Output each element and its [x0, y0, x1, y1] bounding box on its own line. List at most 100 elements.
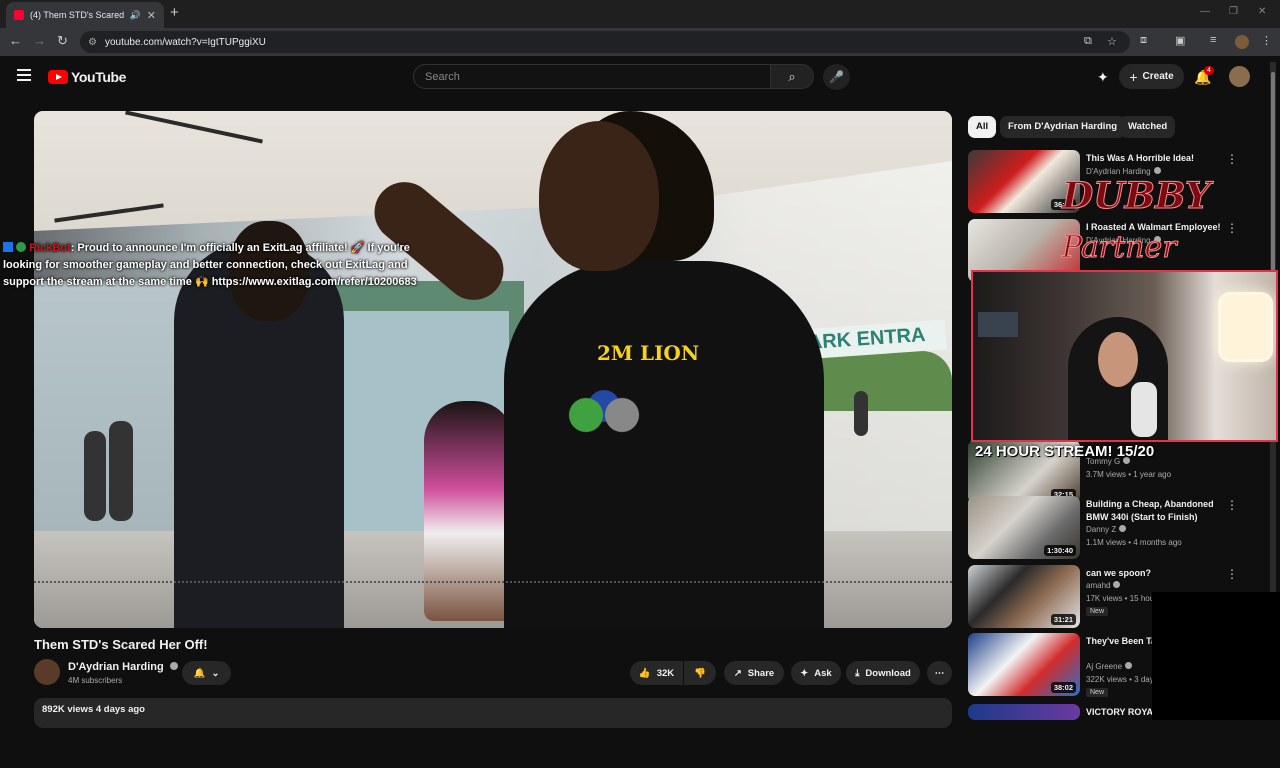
recommendation-meta: 3.7M views • 1 year ago [1086, 470, 1172, 479]
ask-sparkle-icon[interactable]: ✦ [1097, 69, 1109, 86]
like-count: 32K [656, 667, 675, 679]
bookmark-star-icon[interactable]: ☆ [1107, 35, 1117, 48]
channel-avatar[interactable] [34, 659, 60, 685]
voice-search-button[interactable]: 🎤 [823, 64, 850, 90]
subscriber-count: 4M subscribers [68, 676, 123, 685]
new-tab-icon[interactable]: + [170, 4, 179, 21]
minimize-icon[interactable]: — [1200, 6, 1210, 17]
download-button[interactable]: ⤓ Download [846, 661, 920, 685]
media-control-icon[interactable]: ≡ [1210, 34, 1216, 46]
verified-badge-icon [16, 242, 27, 252]
more-actions-button[interactable]: ⋯ [927, 661, 952, 685]
site-info-icon[interactable]: ⚙ [88, 37, 97, 48]
chip-watched[interactable]: Watched [1120, 116, 1176, 138]
forward-icon[interactable]: → [33, 33, 46, 48]
search-button[interactable]: ⌕ [770, 64, 814, 89]
recommendation-meta: 17K views • 15 hou [1086, 594, 1155, 603]
audio-playing-icon[interactable]: 🔊 [130, 10, 141, 21]
search-input[interactable]: Search [413, 64, 771, 89]
create-label: Create [1142, 71, 1174, 82]
description-box[interactable]: 892K views 4 days ago [34, 698, 952, 728]
video-thumbnail[interactable]: 38:02 [968, 633, 1080, 696]
verified-check-icon [1119, 525, 1127, 532]
recommendation-title[interactable]: can we spoon? [1086, 567, 1231, 580]
address-bar[interactable]: ⚙ youtube.com/watch?v=IgtTUPggiXU ⧉ ☆ [80, 31, 1130, 53]
reload-icon[interactable]: ↻ [57, 33, 68, 49]
youtube-wordmark: YouTube [71, 69, 127, 85]
channel-name: Aj Greene [1086, 662, 1123, 671]
ask-label: Ask [814, 667, 832, 679]
recommendation-item[interactable]: 1:30:40 Building a Cheap, Abandoned BMW … [968, 496, 1268, 560]
chevron-down-icon: ⌄ [211, 667, 220, 679]
video-thumbnail[interactable] [968, 704, 1080, 720]
recommendation-title[interactable]: This Was A Horrible Idea! [1086, 152, 1231, 165]
create-button[interactable]: + Create [1119, 64, 1184, 89]
browser-tab[interactable]: (4) Them STD's Scared Her 🔊 ✕ [6, 2, 164, 28]
subscribed-notifications-button[interactable]: 🔔 ⌄ [182, 661, 231, 685]
webcam-mirror [1218, 292, 1273, 362]
sidebar-icon[interactable]: ▣ [1175, 34, 1185, 47]
recommendation-channel[interactable]: Danny Z [1086, 525, 1127, 534]
verified-check-icon [1113, 581, 1121, 588]
channel-name: Danny Z [1086, 525, 1117, 534]
more-vert-icon[interactable]: ⋮ [1226, 221, 1238, 235]
page-scrollbar-thumb[interactable] [1271, 72, 1275, 272]
like-button[interactable]: 👍 32K [630, 661, 683, 685]
back-icon[interactable]: ← [9, 33, 22, 48]
download-label: Download [865, 667, 911, 679]
extensions-icon[interactable]: ⧈ [1140, 34, 1147, 47]
browser-profile-avatar[interactable] [1235, 35, 1249, 49]
webcam-tv [978, 312, 1018, 337]
browser-menu-icon[interactable]: ⋮ [1261, 34, 1272, 47]
video-title: Them STD's Scared Her Off! [34, 637, 208, 652]
microphone-icon: 🎤 [829, 70, 844, 84]
more-vert-icon[interactable]: ⋮ [1226, 152, 1238, 166]
close-tab-icon[interactable]: ✕ [147, 9, 156, 22]
thumbs-down-icon: 👎 [694, 667, 706, 679]
browser-toolbar: ← → ↻ ⚙ youtube.com/watch?v=IgtTUPggiXU … [0, 28, 1280, 56]
install-app-icon[interactable]: ⧉ [1084, 35, 1092, 48]
chip-from-channel[interactable]: From D'Aydrian Harding [1000, 116, 1126, 138]
recommendation-channel[interactable]: Aj Greene [1086, 662, 1133, 671]
ask-button[interactable]: ✦ Ask [791, 661, 841, 685]
url-text: youtube.com/watch?v=IgtTUPggiXU [104, 36, 266, 48]
share-icon: ↗ [733, 667, 742, 679]
maximize-icon[interactable]: ❐ [1229, 6, 1238, 17]
tab-title: (4) Them STD's Scared Her [30, 10, 124, 20]
streamer-webcam [971, 270, 1278, 442]
more-vert-icon[interactable]: ⋮ [1226, 498, 1238, 512]
youtube-logo[interactable]: YouTube [48, 69, 126, 85]
stream-title-overlay: 24 HOUR STREAM! 15/20 [975, 443, 1155, 460]
overlay-black-box [1152, 592, 1280, 720]
recommendation-title[interactable]: Building a Cheap, Abandoned BMW 340i (St… [1086, 498, 1231, 524]
search-icon: ⌕ [788, 69, 796, 84]
chip-all[interactable]: All [968, 116, 997, 138]
menu-icon[interactable] [17, 69, 31, 84]
webcam-face [1098, 332, 1138, 387]
duration-badge: 31:21 [1050, 614, 1076, 625]
webcam-microphone [1131, 382, 1157, 437]
dislike-button[interactable]: 👎 [684, 661, 716, 685]
youtube-play-logo-icon [48, 70, 68, 84]
bell-icon: 🔔 [193, 667, 206, 679]
rope-chain [34, 581, 952, 611]
video-thumbnail[interactable]: 1:30:40 [968, 496, 1080, 559]
plus-icon: + [1129, 68, 1138, 85]
share-button[interactable]: ↗ Share [724, 661, 784, 685]
dubby-logo: DUBBY [1062, 175, 1212, 217]
download-icon: ⤓ [855, 667, 860, 679]
youtube-masthead: YouTube Search ⌕ 🎤 ✦ + Create 🔔 4 [0, 56, 1280, 98]
chat-username: RickBot [29, 242, 71, 254]
video-thumbnail[interactable]: 31:21 [968, 565, 1080, 628]
video-player[interactable]: PARK ENTRA 2M LION [34, 111, 952, 628]
recommendation-channel[interactable]: amahd [1086, 581, 1121, 590]
duration-badge: 38:02 [1050, 682, 1076, 693]
browser-tab-bar: (4) Them STD's Scared Her 🔊 ✕ + — ❐ ✕ [0, 0, 1280, 28]
channel-name-row[interactable]: D'Aydrian Harding [68, 661, 178, 673]
chat-badge-icon [3, 242, 13, 252]
sparkle-icon: ✦ [800, 667, 809, 679]
thumbs-up-icon: 👍 [638, 667, 651, 679]
close-window-icon[interactable]: ✕ [1258, 6, 1266, 17]
account-avatar[interactable] [1229, 66, 1250, 87]
more-vert-icon[interactable]: ⋮ [1226, 567, 1238, 581]
